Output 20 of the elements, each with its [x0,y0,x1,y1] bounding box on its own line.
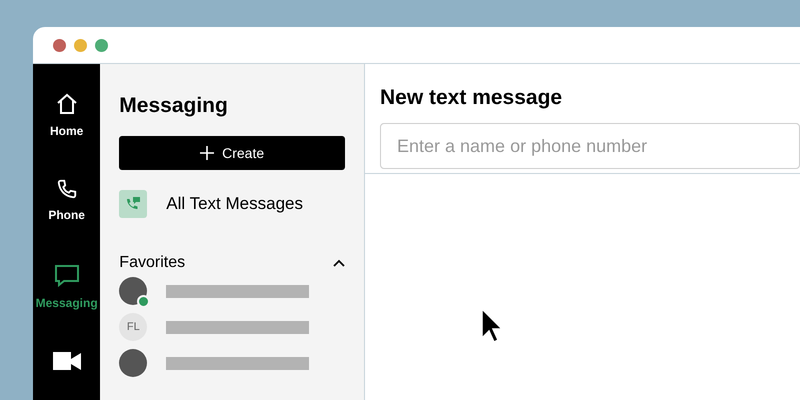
nav-item[interactable]: Home [50,92,84,142]
chevron-icon[interactable] [333,259,345,267]
nav-item[interactable]: Phone [48,178,85,228]
create-button[interactable]: Create [119,136,345,170]
plus-icon [200,146,214,160]
close-button[interactable] [53,38,66,52]
maximize-button[interactable] [95,38,108,52]
video-camera-icon [52,350,81,370]
favorites-heading: Favorites [119,254,186,272]
nav-item[interactable]: Messaging [36,264,98,314]
initials-avatar: FL [119,313,148,341]
chat-bubble-icon [54,264,80,288]
home-icon [54,92,79,116]
compose-title: New text message [380,86,564,110]
mouse-pointer-icon [481,308,503,344]
phone-chat-icon [119,190,148,218]
phone-icon [56,178,78,200]
all-text-messages-item[interactable]: All Text Messages [119,190,345,218]
sidebar-title: Messaging [119,94,229,118]
recipient-input-field[interactable]: Enter a name or phone number [380,123,800,169]
